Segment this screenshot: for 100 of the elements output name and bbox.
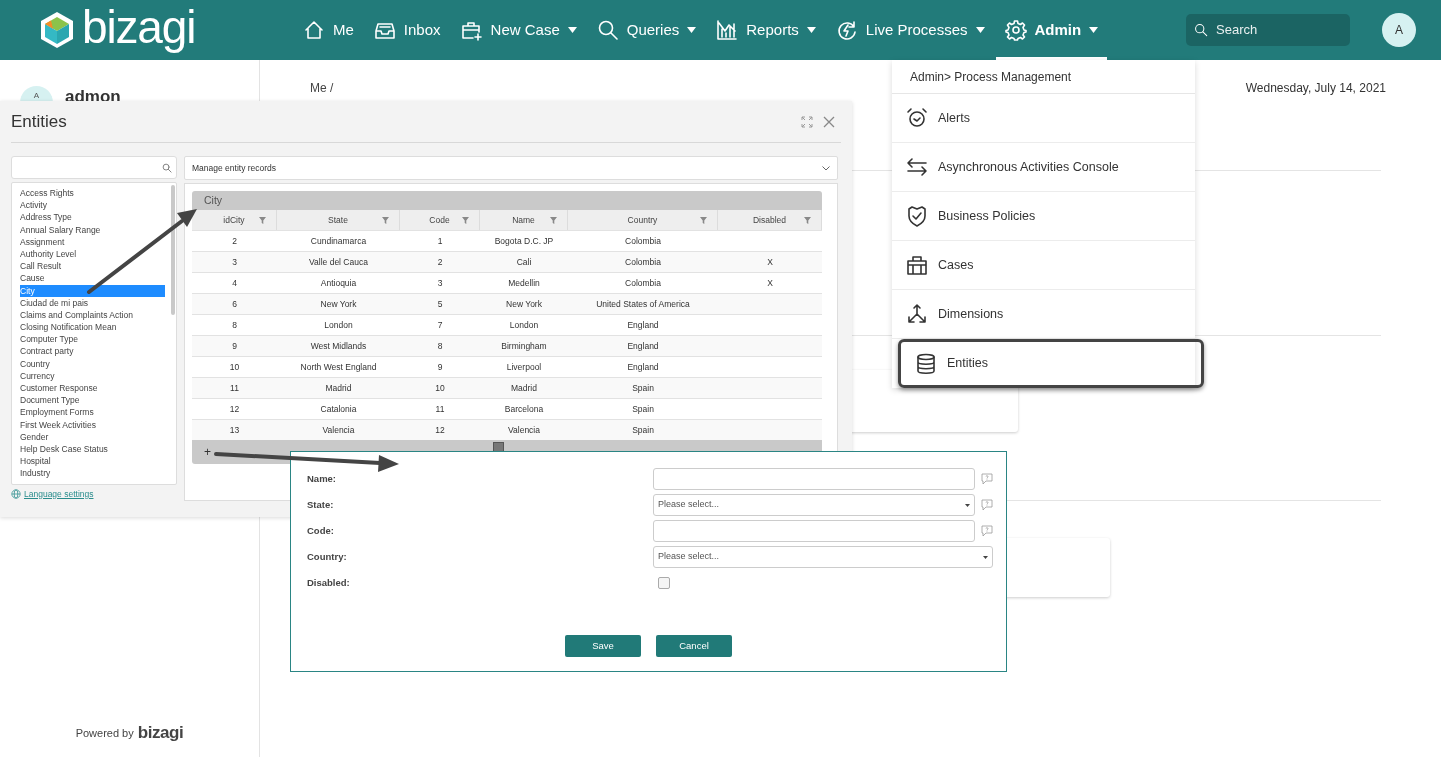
brand-wordmark: bizagi [137, 724, 184, 741]
arrows-exchange-icon [906, 156, 928, 178]
filter-icon[interactable] [462, 216, 469, 224]
table-cell: 9 [437, 360, 443, 374]
help-bubble-icon[interactable] [981, 525, 993, 537]
search-field[interactable] [11, 156, 177, 179]
table-cell: 4 [232, 276, 237, 290]
table-cell: Medellin [508, 276, 540, 290]
table-cell: 10 [229, 360, 240, 374]
table-cell: 3 [232, 255, 237, 269]
mode-dropdown[interactable]: Manage entity records [184, 156, 838, 180]
table-cell: 7 [437, 318, 443, 332]
lightning-cycle-icon [835, 19, 858, 41]
entity-list-item[interactable]: Assignment [20, 235, 165, 248]
three-arrows-icon [906, 303, 928, 325]
entity-list-item[interactable]: Authority Level [20, 247, 165, 261]
entity-list-item[interactable]: Claims and Complaints Action [20, 308, 165, 322]
select-field[interactable]: Please select... [653, 494, 975, 516]
menu-item[interactable]: Entities [898, 339, 1204, 388]
entity-list-item[interactable]: Help Desk Case Status [20, 442, 165, 456]
entity-list-item[interactable]: Activity [20, 199, 165, 212]
entity-list-item[interactable]: Document Type [20, 394, 165, 407]
language-settings-link[interactable]: Language settings [24, 487, 94, 501]
filter-icon[interactable] [382, 216, 389, 224]
breadcrumb: Me / [310, 80, 334, 97]
entity-list-item[interactable]: Hospital [20, 455, 165, 468]
input-field[interactable] [653, 468, 975, 490]
chart-icon [716, 19, 739, 41]
add-record-button[interactable]: + [204, 446, 211, 458]
entity-list-item[interactable]: Ciudad de mi pais [20, 296, 165, 309]
shield-check-icon [906, 205, 928, 227]
nav-item[interactable]: Reports [707, 0, 825, 60]
close-icon[interactable] [823, 115, 835, 128]
menu-item[interactable]: Dimensions [892, 290, 1195, 339]
nav-item[interactable]: Admin [995, 0, 1108, 60]
table-cell: Cundinamarca [310, 234, 367, 248]
select-field[interactable]: Please select... [653, 546, 993, 568]
table-cell: 12 [229, 402, 240, 416]
table-cell: 11 [435, 402, 445, 416]
nav-item[interactable]: Queries [587, 0, 706, 60]
dialog-button[interactable]: Cancel [656, 635, 732, 657]
checkbox[interactable] [658, 577, 670, 589]
entity-list-item[interactable]: Address Type [20, 211, 165, 224]
table-cell: Colombia [625, 276, 661, 290]
table-cell: Spain [632, 423, 654, 437]
globe-icon [11, 489, 21, 499]
table-cell: X [767, 255, 773, 269]
alarm-clock-icon [906, 107, 928, 129]
table-cell: Catalonia [320, 402, 357, 416]
entity-list-item[interactable]: Cause [20, 272, 165, 285]
entity-list-item[interactable]: Closing Notification Mean [20, 321, 165, 334]
table-cell: 8 [437, 339, 443, 353]
search-icon [596, 19, 619, 41]
entity-list-item[interactable]: Access Rights [20, 187, 165, 200]
nav-item[interactable]: New Case [451, 0, 586, 60]
entity-list-item[interactable]: Country [20, 357, 165, 370]
table-cell: 1 [437, 234, 443, 248]
nav-item[interactable]: Me [294, 0, 363, 60]
table-cell: 10 [435, 381, 445, 395]
expand-icon[interactable] [801, 115, 813, 128]
menu-item[interactable]: Alerts [892, 94, 1195, 143]
entity-list-item[interactable]: Computer Type [20, 333, 165, 346]
table-cell: X [767, 276, 773, 290]
dialog-button[interactable]: Save [565, 635, 641, 657]
entity-list-item[interactable]: Gender [20, 430, 165, 443]
entity-list-item[interactable]: First Week Activities [20, 418, 165, 431]
search-icon [1194, 23, 1208, 37]
menu-item[interactable]: Cases [892, 241, 1195, 290]
field-label: State: [307, 497, 335, 512]
table-cell: England [627, 360, 659, 374]
search-field[interactable]: Search [1186, 14, 1350, 46]
table-cell: Liverpool [506, 360, 542, 374]
entity-list-item[interactable]: Employment Forms [20, 406, 165, 419]
avatar[interactable]: A [1382, 13, 1416, 47]
table-cell: 2 [232, 234, 237, 248]
entity-list-item[interactable]: Call Result [20, 260, 165, 273]
nav-item[interactable]: Live Processes [826, 0, 994, 60]
table-cell: Spain [632, 381, 654, 395]
table-cell: 8 [232, 318, 237, 332]
entity-list-item[interactable]: Annual Salary Range [20, 223, 165, 236]
entity-list-item[interactable]: Industry [20, 467, 165, 480]
caret-icon [965, 503, 970, 507]
filter-icon[interactable] [700, 216, 707, 224]
table-cell: Antioquia [320, 276, 357, 290]
entity-list-item[interactable]: Currency [20, 369, 165, 382]
filter-icon[interactable] [804, 216, 811, 224]
filter-icon[interactable] [550, 216, 557, 224]
table-cell: London [324, 318, 353, 332]
entity-list-item[interactable]: Contract party [20, 345, 165, 358]
help-bubble-icon[interactable] [981, 473, 993, 485]
field-label: Country: [307, 549, 348, 564]
scrollbar-thumb[interactable] [171, 185, 175, 315]
entity-list-item[interactable]: Customer Response [20, 382, 165, 395]
search-icon [162, 162, 172, 173]
menu-item[interactable]: Business Policies [892, 192, 1195, 241]
help-bubble-icon[interactable] [981, 499, 993, 511]
nav-item[interactable]: Inbox [364, 0, 450, 60]
menu-item[interactable]: Asynchronous Activities Console [892, 143, 1195, 192]
input-field[interactable] [653, 520, 975, 542]
briefcase-icon [906, 254, 928, 276]
